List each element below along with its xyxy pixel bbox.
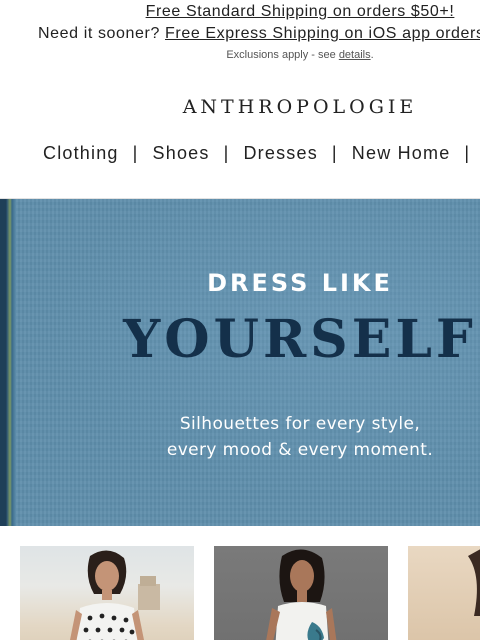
product-tile-polka-dot-dress[interactable] [20, 546, 194, 640]
exclusions-note: Exclusions apply - see details. [0, 49, 480, 61]
hero-headline: YOURSELF [123, 309, 477, 370]
nav-separator: | [331, 143, 338, 163]
product-tile-partial[interactable] [408, 546, 480, 640]
nav-item-new-home[interactable]: New Home [352, 143, 451, 164]
hero-kicker: DRESS LIKE [207, 269, 393, 297]
hero-banner[interactable]: DRESS LIKE YOURSELF Silhouettes for ever… [0, 199, 480, 526]
product-tiles [20, 546, 480, 640]
nav-separator: | [464, 143, 471, 163]
free-standard-shipping-link[interactable]: Free Standard Shipping on orders $50+! [146, 3, 455, 20]
nav-item-clothing[interactable]: Clothing [43, 143, 119, 164]
product-tile-print-top[interactable] [214, 546, 388, 640]
model-photo-partial [468, 549, 480, 616]
model-photo-studio [266, 549, 337, 640]
nav-separator: | [223, 143, 230, 163]
promo-standard-shipping: Free Standard Shipping on orders $50+! [0, 3, 480, 21]
free-express-shipping-link[interactable]: Free Express Shipping on iOS app orders [165, 25, 480, 42]
anthropologie-logo[interactable]: ANTHROPOLOGIE [0, 96, 480, 118]
main-nav: Clothing | Shoes | Dresses | New Home | … [43, 143, 480, 164]
hero-subtitle-line1: Silhouettes for every style, [179, 414, 421, 434]
exclusions-text: Exclusions apply - see [226, 49, 339, 61]
model-photo-beach [70, 550, 160, 640]
need-it-sooner-text: Need it sooner? [38, 25, 166, 42]
nav-separator: | [132, 143, 139, 163]
promo-express-shipping: Need it sooner? Free Express Shipping on… [38, 25, 480, 43]
nav-item-shoes[interactable]: Shoes [153, 143, 210, 164]
hero-subtitle: Silhouettes for every style, every mood … [0, 411, 480, 463]
details-link[interactable]: details [339, 49, 371, 61]
hero-subtitle-line2: every mood & every moment. [166, 440, 434, 460]
exclusions-end: . [370, 49, 374, 61]
nav-item-dresses[interactable]: Dresses [243, 143, 317, 164]
